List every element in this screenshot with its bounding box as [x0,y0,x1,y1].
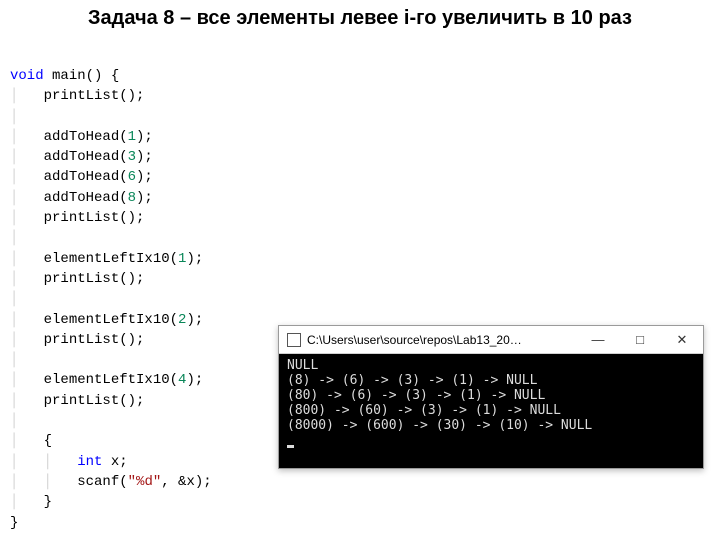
code-text: elementLeftIx10( [44,312,178,328]
code-text: printList(); [44,393,145,409]
output-line: (800) -> (60) -> (3) -> (1) -> NULL [287,403,561,418]
code-text: } [10,515,18,531]
code-text: ); [136,169,153,185]
output-line: (8000) -> (600) -> (30) -> (10) -> NULL [287,418,592,433]
output-line: (8) -> (6) -> (3) -> (1) -> NULL [287,373,537,388]
code-text: } [44,494,52,510]
code-text: x; [102,454,127,470]
code-text: addToHead( [44,129,128,145]
code-text: ); [186,312,203,328]
code-text: ); [136,190,153,206]
num-literal: 6 [128,169,136,185]
code-text: ); [186,251,203,267]
num-literal: 3 [128,149,136,165]
page-title: Задача 8 – все элементы левее i-го увели… [0,0,720,31]
code-text: printList(); [44,88,145,104]
output-line: NULL [287,358,318,373]
kw-void: void [10,68,44,84]
app-icon [287,333,301,347]
num-literal: 8 [128,190,136,206]
code-text: main() { [44,68,120,84]
window-title: C:\Users\user\source\repos\Lab13_20… [307,333,577,347]
code-text: scanf( [77,474,127,490]
kw-int: int [77,454,102,470]
output-line: (80) -> (6) -> (3) -> (1) -> NULL [287,388,545,403]
close-button[interactable]: ✕ [661,326,703,354]
code-text: ); [186,372,203,388]
code-text: , &x); [161,474,211,490]
code-text: elementLeftIx10( [44,251,178,267]
code-text: addToHead( [44,149,128,165]
window-titlebar[interactable]: C:\Users\user\source\repos\Lab13_20… — □… [279,326,703,354]
code-text: ); [136,149,153,165]
maximize-button[interactable]: □ [619,326,661,354]
code-text: elementLeftIx10( [44,372,178,388]
code-text: printList(); [44,271,145,287]
str-literal: "%d" [128,474,162,490]
code-text: printList(); [44,332,145,348]
code-text: addToHead( [44,169,128,185]
minimize-button[interactable]: — [577,326,619,354]
code-text: ); [136,129,153,145]
console-output: NULL (8) -> (6) -> (3) -> (1) -> NULL (8… [279,354,703,468]
code-text: addToHead( [44,190,128,206]
console-window: C:\Users\user\source\repos\Lab13_20… — □… [278,325,704,469]
num-literal: 1 [128,129,136,145]
source-code: void main() { │ printList(); │ │ addToHe… [10,66,212,533]
cursor [287,445,294,448]
code-text: printList(); [44,210,145,226]
code-text: { [44,433,52,449]
